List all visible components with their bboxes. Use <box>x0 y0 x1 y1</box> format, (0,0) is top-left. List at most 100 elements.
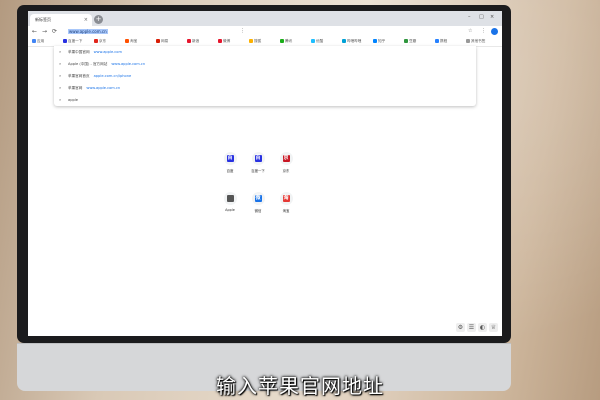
bookmark-item[interactable]: 携程 <box>435 37 447 46</box>
reload-button[interactable]: ⟳ <box>52 27 57 36</box>
shortcut-icon: 京 <box>279 152 293 165</box>
bookmark-favicon-icon <box>373 39 377 43</box>
search-icon: ⌕ <box>59 61 62 66</box>
bookmark-item[interactable]: 新浪 <box>187 37 199 46</box>
bookmark-favicon-icon <box>125 39 129 43</box>
bookmark-favicon-icon <box>342 39 346 43</box>
bookmark-label: 其他书签 <box>471 39 486 43</box>
suggestion-row[interactable]: ⌕ 苹果官网首页 apple.com.cn/iphone <box>54 70 476 82</box>
bookmark-label: 应用 <box>37 39 45 43</box>
shortcut-label: 京东 <box>282 169 290 173</box>
bookmark-item[interactable]: 应用 <box>32 37 44 46</box>
bookmark-favicon-icon <box>280 39 284 43</box>
bookmark-favicon-icon <box>249 39 253 43</box>
minimize-button[interactable]: – <box>468 14 471 20</box>
suggestion-text: apple <box>68 98 78 102</box>
bookmark-label: 淘宝 <box>130 39 138 43</box>
bookmark-item[interactable]: 京东 <box>94 37 106 46</box>
address-text[interactable]: www.apple.com.cn <box>68 29 108 34</box>
bookmark-label: 携程 <box>440 39 448 43</box>
toolbar-extension-icon[interactable]: ♕ <box>489 323 498 332</box>
shortcut-tile[interactable]: 京京东 <box>266 152 306 173</box>
bookmark-label: 百度一下 <box>68 39 83 43</box>
suggestion-row[interactable]: ⌕ 苹果中国官网 www.apple.com <box>54 46 476 58</box>
search-icon: ⌕ <box>59 97 62 102</box>
bookmark-label: 豆瓣 <box>409 39 417 43</box>
shortcut-icon: 微 <box>251 192 265 205</box>
subtitle-caption: 输入苹果官网地址 <box>216 374 384 398</box>
tab-close-icon[interactable]: × <box>84 14 88 26</box>
bookmark-label: 哔哩哔哩 <box>347 39 362 43</box>
new-tab-button[interactable]: + <box>94 15 103 24</box>
bookmark-item[interactable]: 淘宝 <box>125 37 137 46</box>
toolbar: ← → ⟳ www.apple.com.cn ⋮ ☆ ⋮ <box>28 26 502 37</box>
shortcut-icon: 淘 <box>279 192 293 205</box>
bookmark-favicon-icon <box>311 39 315 43</box>
tab-title: 新标签页 <box>35 17 51 22</box>
bookmark-item[interactable]: 哔哩哔哩 <box>342 37 361 46</box>
shortcut-icon <box>223 192 237 205</box>
omnibox-menu-icon[interactable]: ⋮ <box>240 27 245 36</box>
shortcut-tile[interactable]: 淘淘宝 <box>266 192 306 213</box>
bookmark-item[interactable]: 优酷 <box>311 37 323 46</box>
bookmark-item[interactable]: 知乎 <box>373 37 385 46</box>
bookmark-item[interactable]: 搜狐 <box>249 37 261 46</box>
suggestion-text: 苹果中国官网 www.apple.com <box>68 50 122 54</box>
profile-avatar[interactable] <box>491 28 498 35</box>
bookmark-favicon-icon <box>435 39 439 43</box>
bookmark-item[interactable]: 微博 <box>218 37 230 46</box>
menu-icon[interactable]: ⋮ <box>481 27 486 36</box>
bookmark-star-icon[interactable]: ☆ <box>468 27 472 36</box>
suggestion-text: 苹果官网首页 apple.com.cn/iphone <box>68 74 132 78</box>
tab-new-tab[interactable]: 新标签页 × <box>30 14 92 26</box>
bookmark-label: 新浪 <box>192 39 200 43</box>
bookmark-label: 知乎 <box>378 39 386 43</box>
bookmark-label: 优酷 <box>316 39 324 43</box>
bookmark-item[interactable]: 豆瓣 <box>404 37 416 46</box>
suggestion-url: www.apple.com <box>93 50 122 54</box>
bookmark-favicon-icon <box>218 39 222 43</box>
toolbar-extension-icon[interactable]: ☰ <box>467 323 476 332</box>
suggestion-url: www.apple.com.cn <box>111 62 146 66</box>
shortcut-label: 淘宝 <box>282 209 290 213</box>
search-icon: ⌕ <box>59 49 62 54</box>
title-bar: 新标签页 × + – □ × <box>28 11 502 26</box>
omnibox-suggestions: ⌕ 苹果中国官网 www.apple.com ⌕ Apple (中国) - 官方网站 ww… <box>54 46 476 106</box>
suggestion-row[interactable]: ⌕ Apple (中国) - 官方网站 www.apple.com.cn <box>54 58 476 70</box>
bookmark-label: 微博 <box>223 39 231 43</box>
bookmark-item[interactable]: 网易 <box>156 37 168 46</box>
toolbar-extension-icon[interactable]: ⚙ <box>456 323 465 332</box>
suggestion-text: 苹果官网 www.apple.com.cn <box>68 86 121 90</box>
bookmark-favicon-icon <box>187 39 191 43</box>
suggestion-url: apple.com.cn/iphone <box>93 74 132 78</box>
bookmark-item[interactable]: 其他书签 <box>466 37 485 46</box>
suggestion-row[interactable]: ⌕ 苹果官网 www.apple.com.cn <box>54 82 476 94</box>
bookmark-label: 京东 <box>99 39 107 43</box>
forward-button[interactable]: → <box>42 27 47 36</box>
browser-window: 新标签页 × + – □ × ← → ⟳ www.apple.com.cn ⋮ … <box>28 11 502 336</box>
bottom-right-icons: ⚙ ☰ ◐ ♕ <box>456 323 500 333</box>
bookmark-favicon-icon <box>32 39 36 43</box>
maximize-button[interactable]: □ <box>479 14 484 20</box>
bookmark-item[interactable]: 腾讯 <box>280 37 292 46</box>
bookmark-label: 搜狐 <box>254 39 262 43</box>
suggestion-text: Apple (中国) - 官方网站 www.apple.com.cn <box>68 62 146 66</box>
suggestion-url: www.apple.com.cn <box>86 86 121 90</box>
shortcut-icon: 百 <box>223 152 237 165</box>
toolbar-extension-icon[interactable]: ◐ <box>478 323 487 332</box>
address-bar[interactable]: www.apple.com.cn <box>68 27 468 36</box>
bookmark-item[interactable]: 百度一下 <box>63 37 82 46</box>
search-icon: ⌕ <box>59 85 62 90</box>
bookmark-label: 网易 <box>161 39 169 43</box>
bookmark-label: 腾讯 <box>285 39 293 43</box>
bookmark-favicon-icon <box>466 39 470 43</box>
close-window-button[interactable]: × <box>490 14 494 20</box>
shortcut-icon: 百 <box>251 152 265 165</box>
search-icon: ⌕ <box>59 73 62 78</box>
bookmark-favicon-icon <box>94 39 98 43</box>
back-button[interactable]: ← <box>32 27 37 36</box>
bookmark-favicon-icon <box>63 39 67 43</box>
bookmark-favicon-icon <box>156 39 160 43</box>
bookmark-favicon-icon <box>404 39 408 43</box>
suggestion-row[interactable]: ⌕ apple <box>54 94 476 106</box>
